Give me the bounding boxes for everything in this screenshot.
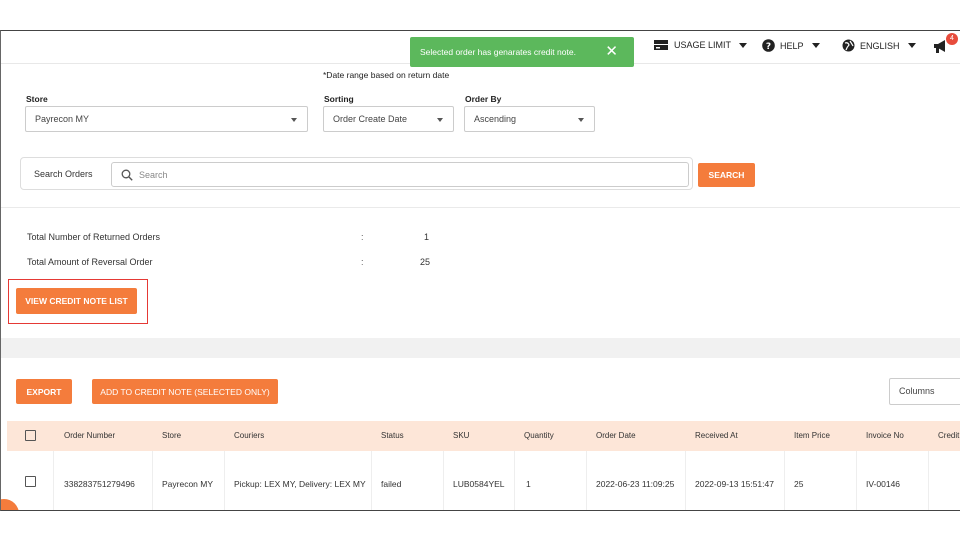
- table-cell: 25: [794, 479, 804, 489]
- cell-divider: [784, 451, 785, 510]
- returned-orders-label: Total Number of Returned Orders: [27, 232, 161, 242]
- export-button[interactable]: EXPORT: [16, 379, 72, 404]
- date-range-note: *Date range based on return date: [323, 70, 450, 80]
- dropdown-arrow-icon: [291, 118, 297, 122]
- usage-limit-icon: [654, 40, 668, 50]
- highlight-box: [8, 279, 148, 324]
- cell-divider: [928, 451, 929, 510]
- table-cell: LUB0584YEL: [453, 479, 505, 489]
- column-header[interactable]: Received At: [695, 431, 738, 440]
- column-header[interactable]: Credit: [938, 431, 959, 440]
- cell-divider: [224, 451, 225, 510]
- colon-separator: :: [361, 232, 364, 242]
- sorting-value: Order Create Date: [333, 114, 408, 124]
- cell-divider: [685, 451, 686, 510]
- search-orders-box: Search Orders Search: [20, 157, 693, 190]
- select-all-checkbox[interactable]: [25, 430, 36, 441]
- cell-divider: [586, 451, 587, 510]
- columns-button[interactable]: Columns: [889, 378, 960, 405]
- orderby-value: Ascending: [474, 114, 517, 124]
- cell-divider: [53, 451, 54, 510]
- chevron-down-icon: [811, 43, 820, 48]
- reversal-amount-value: 25: [419, 257, 430, 267]
- sorting-select[interactable]: Order Create Date: [323, 106, 454, 132]
- column-header[interactable]: Status: [381, 431, 404, 440]
- row-checkbox[interactable]: [25, 476, 36, 487]
- column-header[interactable]: SKU: [453, 431, 469, 440]
- table-cell: failed: [381, 479, 402, 489]
- svg-text:?: ?: [766, 42, 771, 52]
- column-header[interactable]: Invoice No: [866, 431, 904, 440]
- app-frame: USAGE LIMIT ? HELP ENGLISH 4 Selected or…: [0, 30, 960, 511]
- column-header[interactable]: Quantity: [524, 431, 554, 440]
- help-menu[interactable]: ? HELP: [762, 39, 820, 52]
- divider: [1, 207, 960, 208]
- sorting-label: Sorting: [324, 94, 354, 104]
- orderby-label: Order By: [465, 94, 502, 104]
- search-input[interactable]: Search: [111, 162, 689, 187]
- table-cell: 2022-09-13 15:51:47: [695, 479, 774, 489]
- success-toast: Selected order has genarates credit note…: [410, 37, 634, 67]
- reversal-amount-label: Total Amount of Reversal Order: [27, 257, 153, 267]
- language-label: ENGLISH: [860, 40, 900, 51]
- column-header[interactable]: Item Price: [794, 431, 830, 440]
- table-cell: Pickup: LEX MY, Delivery: LEX MY: [234, 479, 366, 489]
- column-header[interactable]: Order Number: [64, 431, 115, 440]
- chevron-down-icon: [907, 43, 916, 48]
- colon-separator: :: [361, 257, 364, 267]
- cell-divider: [514, 451, 515, 510]
- store-value: Payrecon MY: [35, 114, 90, 124]
- search-placeholder: Search: [139, 170, 168, 180]
- cell-divider: [443, 451, 444, 510]
- table-header: Order Number Store Couriers Status SKU Q…: [7, 421, 960, 451]
- chevron-down-icon: [739, 42, 748, 48]
- search-orders-label: Search Orders: [34, 169, 93, 179]
- table-cell: 2022-06-23 11:09:25: [596, 479, 675, 489]
- dropdown-arrow-icon: [437, 118, 443, 122]
- store-select[interactable]: Payrecon MY: [25, 106, 308, 132]
- dropdown-arrow-icon: [578, 118, 584, 122]
- usage-limit-label: USAGE LIMIT: [674, 40, 732, 50]
- table-cell: IV-00146: [866, 479, 901, 489]
- table-cell: Payrecon MY: [162, 479, 214, 489]
- section-separator: [1, 338, 960, 358]
- search-button[interactable]: SEARCH: [698, 163, 755, 187]
- cell-divider: [371, 451, 372, 510]
- table-row[interactable]: 338283751279496 Payrecon MY Pickup: LEX …: [7, 451, 960, 510]
- notification-badge: 4: [946, 33, 958, 45]
- column-header[interactable]: Store: [162, 431, 181, 440]
- cell-divider: [152, 451, 153, 510]
- returned-orders-value: 1: [423, 232, 429, 242]
- usage-limit-menu[interactable]: USAGE LIMIT: [653, 39, 748, 51]
- language-menu[interactable]: ENGLISH: [842, 39, 916, 52]
- table-cell: 338283751279496: [64, 479, 135, 489]
- table-cell: 1: [526, 479, 531, 489]
- help-label: HELP: [780, 40, 804, 51]
- help-icon: ?: [762, 39, 775, 52]
- cell-divider: [856, 451, 857, 510]
- store-label: Store: [26, 94, 48, 104]
- orderby-select[interactable]: Ascending: [464, 106, 595, 132]
- close-icon[interactable]: ✕: [605, 44, 618, 59]
- globe-icon: [842, 39, 855, 52]
- search-icon: [121, 169, 133, 181]
- column-header[interactable]: Couriers: [234, 431, 264, 440]
- add-to-credit-note-button[interactable]: ADD TO CREDIT NOTE (SELECTED ONLY): [92, 379, 278, 404]
- column-header[interactable]: Order Date: [596, 431, 636, 440]
- toast-message: Selected order has genarates credit note…: [420, 47, 576, 57]
